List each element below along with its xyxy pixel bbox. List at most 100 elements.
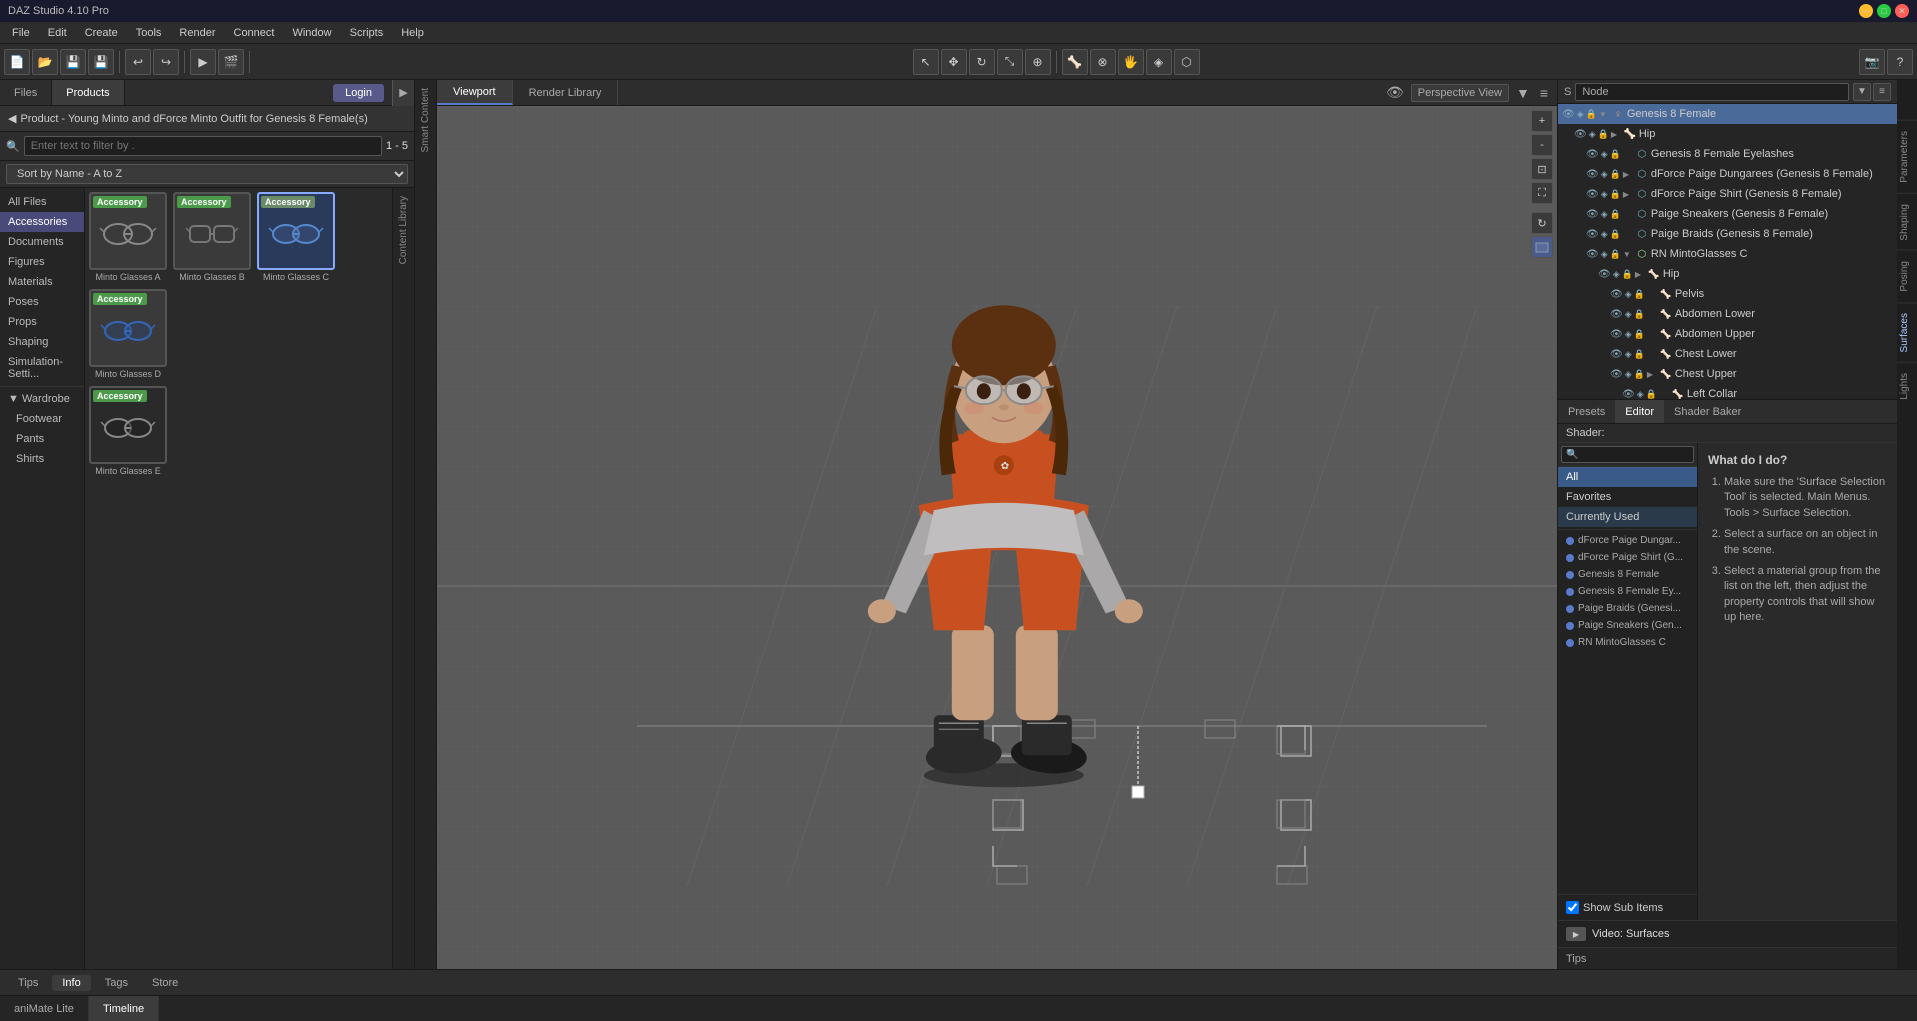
scene-filter-btn[interactable]: ▼	[1853, 83, 1871, 101]
shader-tab-presets[interactable]: Presets	[1558, 400, 1615, 423]
scene-eyelashes[interactable]: 👁 ◈ 🔒 ⬡ Genesis 8 Female Eyelashes	[1558, 144, 1897, 164]
lock-hip2[interactable]: 🔒	[1622, 269, 1633, 280]
render-eyelashes[interactable]: ◈	[1601, 149, 1608, 160]
toolbar-surface[interactable]: ◈	[1146, 49, 1172, 75]
render-sneakers[interactable]: ◈	[1601, 209, 1608, 220]
lock-sneakers[interactable]: 🔒	[1610, 209, 1621, 220]
toolbar-new[interactable]: 📄	[4, 49, 30, 75]
vp-ctrl-settings[interactable]: ≡	[1537, 85, 1551, 101]
shader-item-shirt[interactable]: dForce Paige Shirt (G...	[1558, 549, 1697, 566]
lock-hip[interactable]: 🔒	[1598, 129, 1609, 140]
bottom-tab-info[interactable]: Info	[52, 975, 90, 991]
lock-abdlower[interactable]: 🔒	[1634, 309, 1645, 320]
menu-window[interactable]: Window	[284, 25, 339, 41]
menu-render[interactable]: Render	[171, 25, 223, 41]
scene-abdomen-lower[interactable]: 👁 ◈ 🔒 🦴 Abdomen Lower	[1558, 304, 1897, 324]
vp-preview-box[interactable]	[1531, 236, 1553, 258]
scene-hip2[interactable]: 👁 ◈ 🔒 ▶ 🦴 Hip	[1558, 264, 1897, 284]
vp-rotate[interactable]: ↻	[1531, 212, 1553, 234]
bottom-tab-tips[interactable]: Tips	[8, 975, 48, 991]
shader-cat-used[interactable]: Currently Used	[1558, 507, 1697, 527]
toolbar-geometry[interactable]: ⬡	[1174, 49, 1200, 75]
smart-content-label[interactable]: Smart Content	[420, 80, 431, 160]
bottom-tab-tags[interactable]: Tags	[95, 975, 138, 991]
toolbar-scale[interactable]: ⤡	[997, 49, 1023, 75]
vtab-posing[interactable]: Posing	[1897, 250, 1917, 302]
toolbar-bone[interactable]: 🦴	[1062, 49, 1088, 75]
vp-ctrl-dropdown[interactable]: ▼	[1513, 85, 1533, 101]
toolbar-help[interactable]: ?	[1887, 49, 1913, 75]
product-minto-glasses-a[interactable]: Accessory Minto Glasses A	[89, 192, 167, 283]
viewport-3d[interactable]: ✿	[437, 106, 1557, 969]
panel-expand-btn[interactable]: ▶	[392, 80, 414, 106]
login-button[interactable]: Login	[333, 84, 384, 102]
toolbar-universal[interactable]: ⊕	[1025, 49, 1051, 75]
vtab-lights[interactable]: Lights	[1897, 362, 1917, 410]
eye-chestlower[interactable]: 👁	[1610, 349, 1623, 360]
toolbar-rotate[interactable]: ↻	[969, 49, 995, 75]
eye-abdlower[interactable]: 👁	[1610, 309, 1623, 320]
cat-materials[interactable]: Materials	[0, 272, 84, 292]
eye-abdupper[interactable]: 👁	[1610, 329, 1623, 340]
lock-chestlower[interactable]: 🔒	[1634, 349, 1645, 360]
scene-glasses[interactable]: 👁 ◈ 🔒 ▼ ⬡ RN MintoGlasses C	[1558, 244, 1897, 264]
bottom-tab-store[interactable]: Store	[142, 975, 188, 991]
eye-hip[interactable]: 👁	[1574, 129, 1587, 140]
lock-dungarees[interactable]: 🔒	[1610, 169, 1621, 180]
toolbar-redo[interactable]: ↪	[153, 49, 179, 75]
scene-chest-upper[interactable]: 👁 ◈ 🔒 ▶ 🦴 Chest Upper	[1558, 364, 1897, 384]
scene-options-btn[interactable]: ≡	[1873, 83, 1891, 101]
eye-braids[interactable]: 👁	[1586, 229, 1599, 240]
scene-sneakers[interactable]: 👁 ◈ 🔒 ⬡ Paige Sneakers (Genesis 8 Female…	[1558, 204, 1897, 224]
tab-files[interactable]: Files	[0, 80, 52, 105]
eye-eyelashes[interactable]: 👁	[1586, 149, 1599, 160]
vp-frame[interactable]: ⊡	[1531, 158, 1553, 180]
cat-documents[interactable]: Documents	[0, 232, 84, 252]
cat-simulation[interactable]: Simulation-Setti...	[0, 352, 84, 384]
scene-genesis8f[interactable]: 👁 ◈ 🔒 ▼ ♀ Genesis 8 Female	[1558, 104, 1897, 124]
close-button[interactable]: ✕	[1895, 4, 1909, 18]
viewport-tab[interactable]: Viewport	[437, 80, 513, 105]
shader-cat-all[interactable]: All	[1558, 467, 1697, 487]
cat-accessories[interactable]: Accessories	[0, 212, 84, 232]
toolbar-render2[interactable]: 🎬	[218, 49, 244, 75]
shader-item-dungarees[interactable]: dForce Paige Dungar...	[1558, 532, 1697, 549]
show-sub-checkbox[interactable]	[1566, 901, 1579, 914]
product-minto-glasses-b[interactable]: Accessory Minto Glasses B	[173, 192, 251, 283]
menu-help[interactable]: Help	[393, 25, 432, 41]
eye-leftcollar[interactable]: 👁	[1622, 389, 1635, 400]
eye-shirt[interactable]: 👁	[1586, 189, 1599, 200]
shader-item-sneakers[interactable]: Paige Sneakers (Gen...	[1558, 617, 1697, 634]
render-hip[interactable]: ◈	[1589, 129, 1596, 140]
lock-shirt[interactable]: 🔒	[1610, 189, 1621, 200]
footer-tab-animate[interactable]: aniMate Lite	[0, 996, 89, 1021]
scene-pelvis[interactable]: 👁 ◈ 🔒 🦴 Pelvis	[1558, 284, 1897, 304]
cat-all-files[interactable]: All Files	[0, 192, 84, 212]
lock-eyelashes[interactable]: 🔒	[1610, 149, 1621, 160]
render-leftcollar[interactable]: ◈	[1637, 389, 1644, 400]
footer-tab-timeline[interactable]: Timeline	[89, 996, 159, 1021]
cat-wardrobe[interactable]: ▼ Wardrobe	[0, 389, 84, 409]
scene-braids[interactable]: 👁 ◈ 🔒 ⬡ Paige Braids (Genesis 8 Female)	[1558, 224, 1897, 244]
cat-props[interactable]: Props	[0, 312, 84, 332]
eye-hip2[interactable]: 👁	[1598, 269, 1611, 280]
eye-glasses[interactable]: 👁	[1586, 249, 1599, 260]
render-genesis8f[interactable]: ◈	[1577, 109, 1584, 120]
cat-footwear[interactable]: Footwear	[0, 409, 84, 429]
toolbar-render[interactable]: ▶	[190, 49, 216, 75]
vp-zoom-out[interactable]: -	[1531, 134, 1553, 156]
lock-leftcollar[interactable]: 🔒	[1646, 389, 1657, 400]
toolbar-save[interactable]: 💾	[60, 49, 86, 75]
menu-tools[interactable]: Tools	[128, 25, 170, 41]
minimize-button[interactable]: ─	[1859, 4, 1873, 18]
cat-figures[interactable]: Figures	[0, 252, 84, 272]
lock-genesis8f[interactable]: 🔒	[1586, 109, 1597, 120]
menu-edit[interactable]: Edit	[40, 25, 75, 41]
shader-item-braids[interactable]: Paige Braids (Genesi...	[1558, 600, 1697, 617]
render-hip2[interactable]: ◈	[1613, 269, 1620, 280]
cat-poses[interactable]: Poses	[0, 292, 84, 312]
content-library-label[interactable]: Content Library	[398, 188, 409, 272]
shader-item-g8f[interactable]: Genesis 8 Female	[1558, 566, 1697, 583]
vp-ctrl-camera[interactable]: Perspective View	[1411, 84, 1509, 102]
eye-genesis8f[interactable]: 👁	[1562, 109, 1575, 120]
